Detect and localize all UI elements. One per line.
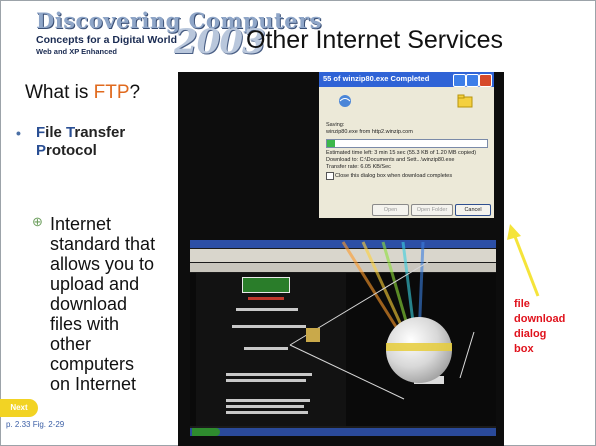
- slide: Discovering Computers Concepts for a Dig…: [0, 0, 596, 446]
- caption-line: download: [514, 313, 566, 325]
- arrow-head-icon: [507, 224, 521, 240]
- pointer-arrow: [507, 224, 540, 297]
- dialog-caption: file download dialog box: [514, 297, 594, 357]
- arrow-shaft: [512, 233, 540, 297]
- caption-line: dialog: [514, 328, 547, 340]
- caption-line: box: [514, 343, 534, 355]
- caption-line: file: [514, 298, 530, 310]
